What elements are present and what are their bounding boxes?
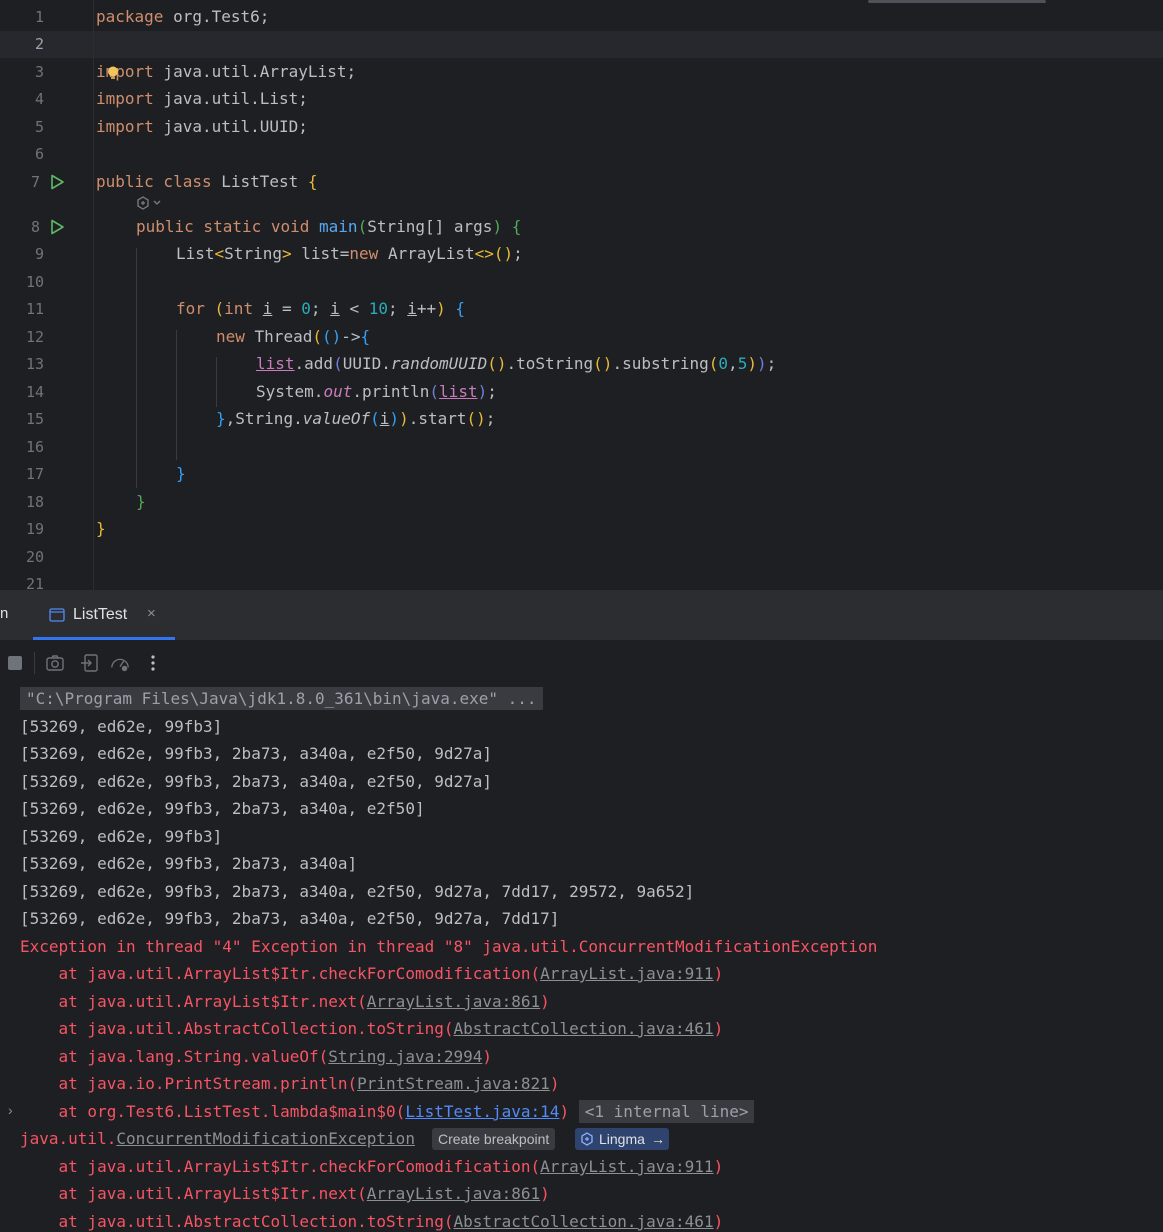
tab-label: ListTest bbox=[73, 606, 128, 623]
source-link[interactable]: ArrayList.java:861 bbox=[367, 992, 540, 1011]
line-number: 11 bbox=[25, 300, 44, 318]
horizontal-scrollbar[interactable] bbox=[868, 0, 1046, 3]
source-link[interactable]: ListTest.java:14 bbox=[405, 1102, 559, 1121]
code-line: public static void main(String[] args) { bbox=[136, 217, 522, 236]
ai-hint-icon[interactable] bbox=[136, 196, 166, 210]
source-link[interactable]: ArrayList.java:861 bbox=[367, 1184, 540, 1203]
line-number: 20 bbox=[25, 548, 44, 566]
exception-line: java.util.ConcurrentModificationExceptio… bbox=[20, 1129, 415, 1148]
code-line: for (int i = 0; i < 10; i++) { bbox=[176, 299, 466, 318]
code-line: new Thread(()->{ bbox=[216, 327, 371, 346]
stack-trace-line: at java.lang.String.valueOf(String.java:… bbox=[20, 1047, 493, 1066]
line-number: 21 bbox=[25, 575, 44, 590]
stack-trace-line: at java.util.ArrayList$Itr.next(ArrayLis… bbox=[20, 1184, 550, 1203]
panel-title: n bbox=[0, 605, 9, 622]
code-line: },String.valueOf(i)).start(); bbox=[216, 409, 496, 428]
console-output-line: [53269, ed62e, 99fb3] bbox=[20, 827, 223, 846]
run-icon[interactable] bbox=[49, 219, 65, 235]
code-line: list.add(UUID.randomUUID().toString().su… bbox=[256, 354, 777, 373]
tab-close-button[interactable]: × bbox=[147, 605, 156, 622]
console-output-line: [53269, ed62e, 99fb3, 2ba73, a340a, e2f5… bbox=[20, 882, 695, 901]
code-line: import java.util.UUID; bbox=[96, 117, 308, 136]
code-line: import java.util.List; bbox=[96, 89, 308, 108]
code-line: import java.util.ArrayList; bbox=[96, 62, 357, 81]
internal-lines-fold[interactable]: <1 internal line> bbox=[578, 1100, 755, 1123]
indent-guide bbox=[216, 357, 217, 407]
bulb-icon[interactable] bbox=[107, 66, 119, 80]
source-link[interactable]: ArrayList.java:911 bbox=[540, 964, 713, 983]
stack-trace-line: at java.util.ArrayList$Itr.checkForComod… bbox=[20, 964, 724, 983]
current-line-highlight bbox=[0, 31, 1163, 58]
indent-guide bbox=[176, 330, 177, 460]
run-icon[interactable] bbox=[49, 174, 65, 190]
stop-icon[interactable] bbox=[5, 653, 25, 673]
line-number: 3 bbox=[34, 63, 44, 81]
lingma-label: Lingma bbox=[599, 1131, 645, 1147]
exception-class-link[interactable]: ConcurrentModificationException bbox=[116, 1129, 415, 1148]
line-number: 8 bbox=[30, 218, 40, 236]
stack-trace-line: at org.Test6.ListTest.lambda$main$0(List… bbox=[20, 1100, 755, 1123]
source-link[interactable]: AbstractCollection.java:461 bbox=[453, 1019, 713, 1038]
source-link[interactable]: String.java:2994 bbox=[328, 1047, 482, 1066]
code-line: } bbox=[136, 492, 146, 511]
more-icon[interactable] bbox=[143, 653, 163, 673]
source-link[interactable]: ArrayList.java:911 bbox=[540, 1157, 713, 1176]
code-line: System.out.println(list); bbox=[256, 382, 497, 401]
line-number: 10 bbox=[25, 273, 44, 291]
line-number: 13 bbox=[25, 355, 44, 373]
indent-guide bbox=[136, 248, 137, 488]
tab-active-indicator bbox=[33, 637, 175, 640]
code-line: List<String> list=new ArrayList<>(); bbox=[176, 244, 523, 263]
toolbar-separator bbox=[34, 652, 35, 674]
line-number: 15 bbox=[25, 410, 44, 428]
stack-trace-line: at java.io.PrintStream.println(PrintStre… bbox=[20, 1074, 560, 1093]
stack-trace-line: at java.util.AbstractCollection.toString… bbox=[20, 1019, 724, 1038]
line-number: 6 bbox=[34, 145, 44, 163]
line-number: 7 bbox=[30, 173, 40, 191]
arrow-right-icon: → bbox=[651, 1131, 665, 1147]
console-output-line: [53269, ed62e, 99fb3, 2ba73, a340a, e2f5… bbox=[20, 909, 560, 928]
code-line: } bbox=[96, 519, 106, 538]
code-line: } bbox=[176, 464, 186, 483]
code-editor[interactable]: 1 2 3 4 5 6 7 8 9 10 11 12 13 14 15 16 1… bbox=[0, 0, 1163, 590]
stack-trace-line: at java.util.ArrayList$Itr.next(ArrayLis… bbox=[20, 992, 550, 1011]
line-number: 14 bbox=[25, 383, 44, 401]
line-number: 2 bbox=[34, 35, 44, 53]
gutter-divider bbox=[93, 0, 94, 590]
stack-trace-line: at java.util.AbstractCollection.toString… bbox=[20, 1212, 724, 1231]
line-number: 5 bbox=[34, 118, 44, 136]
line-number: 19 bbox=[25, 520, 44, 538]
line-number: 9 bbox=[34, 245, 44, 263]
fold-expand-icon[interactable]: › bbox=[8, 1102, 13, 1118]
exception-header: Exception in thread "4" Exception in thr… bbox=[20, 937, 878, 956]
camera-icon[interactable] bbox=[45, 653, 65, 673]
line-number: 17 bbox=[25, 465, 44, 483]
line-number: 16 bbox=[25, 438, 44, 456]
lingma-button[interactable]: Lingma → bbox=[575, 1128, 669, 1150]
console-output-line: [53269, ed62e, 99fb3] bbox=[20, 717, 223, 736]
console-output-line: [53269, ed62e, 99fb3, 2ba73, a340a, e2f5… bbox=[20, 744, 493, 763]
console-output-line: [53269, ed62e, 99fb3, 2ba73, a340a, e2f5… bbox=[20, 772, 493, 791]
line-number: 1 bbox=[34, 8, 44, 26]
line-number: 4 bbox=[34, 90, 44, 108]
stack-trace-line: at java.util.ArrayList$Itr.checkForComod… bbox=[20, 1157, 724, 1176]
lingma-icon bbox=[581, 1132, 593, 1146]
create-breakpoint-button[interactable]: Create breakpoint bbox=[432, 1128, 556, 1150]
console-output-line: [53269, ed62e, 99fb3, 2ba73, a340a] bbox=[20, 854, 358, 873]
console-output-line: [53269, ed62e, 99fb3, 2ba73, a340a, e2f5… bbox=[20, 799, 425, 818]
code-line: package org.Test6; bbox=[96, 7, 270, 26]
speedometer-icon[interactable] bbox=[110, 653, 130, 673]
line-number: 12 bbox=[25, 328, 44, 346]
console-toolbar bbox=[0, 641, 1163, 685]
exit-icon[interactable] bbox=[79, 653, 99, 673]
console-command-line[interactable]: "C:\Program Files\Java\jdk1.8.0_361\bin\… bbox=[20, 687, 543, 710]
console-tab-icon bbox=[49, 608, 65, 622]
line-number: 18 bbox=[25, 493, 44, 511]
code-line: public class ListTest { bbox=[96, 172, 318, 191]
source-link[interactable]: PrintStream.java:821 bbox=[357, 1074, 550, 1093]
source-link[interactable]: AbstractCollection.java:461 bbox=[453, 1212, 713, 1231]
